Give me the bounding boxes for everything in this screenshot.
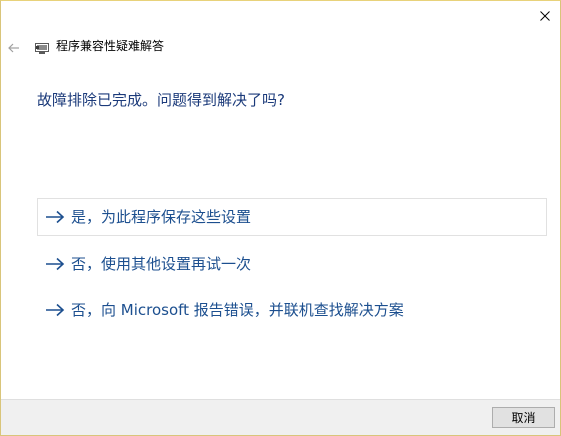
cancel-button[interactable]: 取消 (492, 407, 555, 428)
troubleshooter-icon (35, 40, 49, 54)
page-heading: 故障排除已完成。问题得到解决了吗? (37, 91, 285, 109)
back-arrow-icon (8, 38, 20, 57)
arrow-right-icon (45, 210, 65, 224)
option-label: 否，向 Microsoft 报告错误，并联机查找解决方案 (71, 301, 404, 319)
option-try-again[interactable]: 否，使用其他设置再试一次 (37, 245, 547, 283)
close-icon (540, 11, 550, 21)
option-report-online[interactable]: 否，向 Microsoft 报告错误，并联机查找解决方案 (37, 291, 547, 329)
back-button[interactable] (5, 38, 23, 56)
dialog-footer: 取消 (1, 399, 560, 435)
arrow-right-icon (45, 303, 65, 317)
option-label: 是，为此程序保存这些设置 (71, 208, 252, 226)
dialog-window: 程序兼容性疑难解答 故障排除已完成。问题得到解决了吗? 是，为此程序保存这些设置… (0, 0, 561, 436)
option-save-settings[interactable]: 是，为此程序保存这些设置 (37, 198, 547, 236)
window-title: 程序兼容性疑难解答 (56, 39, 165, 53)
arrow-right-icon (45, 257, 65, 271)
option-label: 否，使用其他设置再试一次 (71, 255, 252, 273)
close-button[interactable] (530, 1, 560, 31)
